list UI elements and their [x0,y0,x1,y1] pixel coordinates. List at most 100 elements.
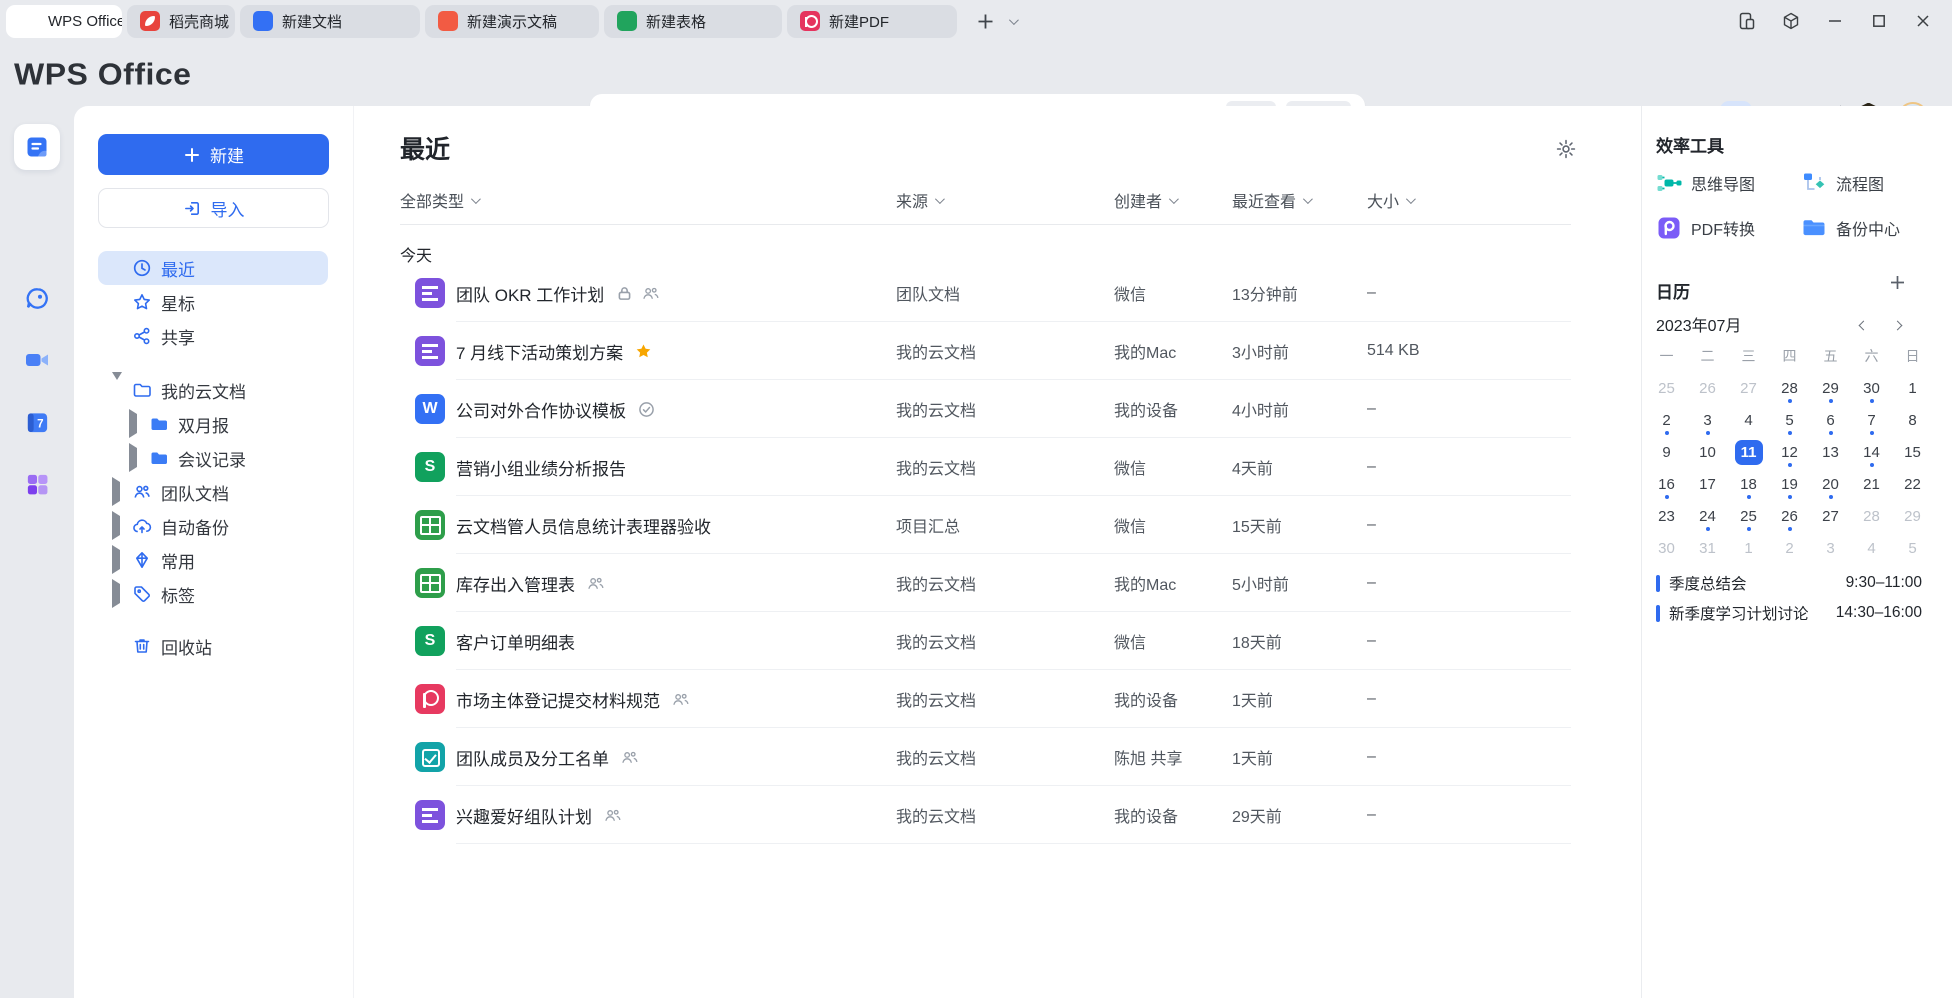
window-tab[interactable]: 新建PDF [787,5,957,38]
tool-mindmap[interactable]: 思维导图 [1656,168,1755,198]
settings-gear-button[interactable] [1555,138,1577,160]
calendar-day[interactable]: 26 [1769,500,1810,532]
file-row[interactable]: 客户订单明细表 我的云文档 微信 18天前 – [400,612,1571,670]
filter-last-viewed[interactable]: 最近查看 [1232,188,1367,212]
mobile-companion-button[interactable] [1732,6,1762,36]
tool-pdf-convert[interactable]: PDF转换 [1656,213,1755,243]
calendar-day[interactable]: 13 [1810,436,1851,468]
calendar-day[interactable]: 16 [1646,468,1687,500]
file-row[interactable]: 公司对外合作协议模板 我的云文档 我的设备 4小时前 – [400,380,1571,438]
collapse-arrow-icon[interactable] [129,448,138,468]
calendar-day[interactable]: 4 [1728,404,1769,436]
window-tab[interactable]: 新建演示文稿 [425,5,599,38]
import-button[interactable]: 导入 [98,188,329,228]
calendar-day[interactable]: 3 [1810,532,1851,564]
tool-flowchart[interactable]: 流程图 [1801,168,1884,198]
calendar-day[interactable]: 6 [1810,404,1851,436]
rail-chat-button[interactable] [14,275,60,321]
sidebar-item-meeting-notes[interactable]: 会议记录 [74,441,353,475]
file-row[interactable]: 团队成员及分工名单 我的云文档 陈旭 共享 1天前 – [400,728,1571,786]
calendar-day[interactable]: 25 [1728,500,1769,532]
sidebar-item-starred[interactable]: 星标 [98,285,328,319]
calendar-day[interactable]: 14 [1851,436,1892,468]
tab-list-chevron[interactable] [1009,18,1016,25]
calendar-day[interactable]: 29 [1892,500,1933,532]
maximize-button[interactable] [1864,6,1894,36]
new-tab-button[interactable] [976,12,995,31]
filter-source[interactable]: 来源 [896,188,1114,212]
calendar-day[interactable]: 23 [1646,500,1687,532]
collapse-arrow-icon[interactable] [112,584,121,604]
window-tab[interactable]: 新建文档 [240,5,420,38]
window-tab[interactable]: 稻壳商城 [127,5,235,38]
rail-calendar-button[interactable]: 7 [14,399,60,445]
calendar-day[interactable]: 31 [1687,532,1728,564]
calendar-day[interactable]: 28 [1769,372,1810,404]
sidebar-item-frequent[interactable]: 常用 [74,543,353,577]
calendar-day[interactable]: 15 [1892,436,1933,468]
calendar-day[interactable]: 17 [1687,468,1728,500]
file-row[interactable]: 营销小组业绩分析报告 我的云文档 微信 4天前 – [400,438,1571,496]
calendar-day[interactable]: 28 [1851,500,1892,532]
collapse-arrow-icon[interactable] [112,516,121,536]
file-row[interactable]: 云文档管人员信息统计表理器验收 项目汇总 微信 15天前 – [400,496,1571,554]
new-document-button[interactable]: 新建 [98,134,329,175]
file-row[interactable]: 库存出入管理表 我的云文档 我的Mac 5小时前 – [400,554,1571,612]
calendar-day[interactable]: 30 [1851,372,1892,404]
file-row[interactable]: 7 月线下活动策划方案 我的云文档 我的Mac 3小时前 514 KB [400,322,1571,380]
calendar-day[interactable]: 12 [1769,436,1810,468]
calendar-day[interactable]: 27 [1810,500,1851,532]
sidebar-item-tags[interactable]: 标签 [74,577,353,611]
window-tab[interactable]: WPS Office [6,5,122,38]
sidebar-item-trash[interactable]: 回收站 [74,629,353,663]
calendar-day[interactable]: 18 [1728,468,1769,500]
filter-all-types[interactable]: 全部类型 [400,188,478,212]
calendar-day[interactable]: 24 [1687,500,1728,532]
calendar-add-button[interactable] [1889,274,1906,291]
collapse-arrow-icon[interactable] [129,414,138,434]
calendar-day[interactable]: 7 [1851,404,1892,436]
calendar-prev-button[interactable] [1852,314,1874,336]
sidebar-item-team-docs[interactable]: 团队文档 [74,475,353,509]
calendar-day[interactable]: 27 [1728,372,1769,404]
minimize-button[interactable] [1820,6,1850,36]
close-button[interactable] [1908,6,1938,36]
event-item[interactable]: 新季度学习计划讨论 14:30–16:00 [1656,598,1922,628]
calendar-day[interactable]: 10 [1687,436,1728,468]
rail-documents-button[interactable] [14,124,60,170]
calendar-day[interactable]: 9 [1646,436,1687,468]
filter-creator[interactable]: 创建者 [1114,188,1232,212]
rail-apps-button[interactable] [14,461,60,507]
calendar-day[interactable]: 1 [1728,532,1769,564]
calendar-day[interactable]: 5 [1769,404,1810,436]
window-tab[interactable]: 新建表格 [604,5,782,38]
calendar-day[interactable]: 11 [1728,436,1769,468]
calendar-day[interactable]: 19 [1769,468,1810,500]
calendar-day[interactable]: 4 [1851,532,1892,564]
calendar-day[interactable]: 5 [1892,532,1933,564]
components-cube-button[interactable] [1776,6,1806,36]
calendar-day[interactable]: 25 [1646,372,1687,404]
calendar-day[interactable]: 20 [1810,468,1851,500]
collapse-arrow-icon[interactable] [112,550,121,570]
expand-arrow-icon[interactable] [112,380,121,400]
sidebar-item-bimonthly-report[interactable]: 双月报 [74,407,353,441]
calendar-day[interactable]: 3 [1687,404,1728,436]
calendar-day[interactable]: 2 [1769,532,1810,564]
event-item[interactable]: 季度总结会 9:30–11:00 [1656,568,1922,598]
collapse-arrow-icon[interactable] [112,482,121,502]
calendar-next-button[interactable] [1886,314,1908,336]
calendar-day[interactable]: 22 [1892,468,1933,500]
calendar-day[interactable]: 1 [1892,372,1933,404]
calendar-day[interactable]: 21 [1851,468,1892,500]
file-row[interactable]: 市场主体登记提交材料规范 我的云文档 我的设备 1天前 – [400,670,1571,728]
calendar-day[interactable]: 2 [1646,404,1687,436]
calendar-day[interactable]: 8 [1892,404,1933,436]
calendar-day[interactable]: 30 [1646,532,1687,564]
sidebar-item-my-cloud-docs[interactable]: 我的云文档 [74,373,353,407]
sidebar-item-recent[interactable]: 最近 [98,251,328,285]
filter-size[interactable]: 大小 [1367,188,1571,212]
tool-backup-center[interactable]: 备份中心 [1801,213,1900,243]
sidebar-item-auto-backup[interactable]: 自动备份 [74,509,353,543]
file-row[interactable]: 兴趣爱好组队计划 我的云文档 我的设备 29天前 – [400,786,1571,844]
